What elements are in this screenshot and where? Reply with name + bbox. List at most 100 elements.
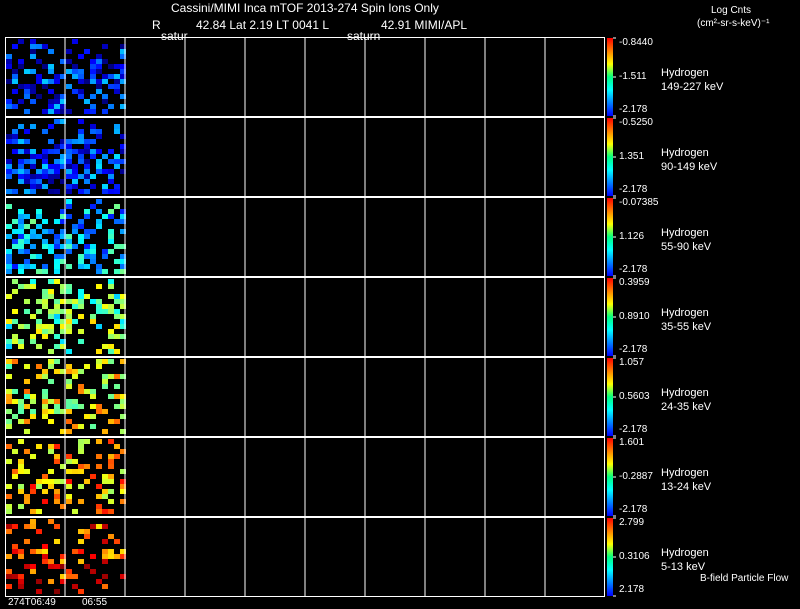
heatmap-cell [36,94,42,99]
heatmap-cell [42,544,48,549]
heatmap-cell [12,334,18,339]
heatmap-cell [36,529,42,534]
heatmap-cell [48,139,54,144]
heatmap-cell [30,314,36,319]
heatmap-cell [84,144,90,149]
heatmap-cell [90,474,96,479]
heatmap-cell [102,479,108,484]
heatmap-cell [24,234,30,239]
heatmap-cell [6,264,12,269]
heatmap-cell [36,79,42,84]
heatmap-cell [114,219,120,224]
heatmap-cell [18,464,24,469]
heatmap-cell [12,89,18,94]
heatmap-cell [102,79,108,84]
heatmap-cell [66,264,72,269]
heatmap-cell [36,224,42,229]
colorbar-min-label: -2.178 [619,344,648,355]
heatmap-cell [108,229,114,234]
heatmap-cell [12,139,18,144]
heatmap-cell [114,374,120,379]
heatmap-cell [78,339,84,344]
heatmap-cell [114,314,120,319]
heatmap-cell [54,409,60,414]
heatmap-cell [24,264,30,269]
heatmap-cell [6,204,12,209]
heatmap-cell [24,224,30,229]
heatmap-cell [102,574,108,579]
heatmap-cell [66,299,72,304]
heatmap-cell [54,344,60,349]
heatmap-cell [36,299,42,304]
heatmap-cell [30,399,36,404]
heatmap-cell [84,189,90,194]
heatmap-cell [12,44,18,49]
heatmap-cell [12,169,18,174]
heatmap-cell [102,169,108,174]
heatmap-cell [90,319,96,324]
heatmap-cell [96,149,102,154]
heatmap-cell [96,54,102,59]
heatmap-cell [42,549,48,554]
heatmap-cell [36,184,42,189]
heatmap-cell [90,109,96,114]
heatmap-cell [78,74,84,79]
heatmap-cell [72,229,78,234]
heatmap-cell [96,59,102,64]
heatmap-cell [72,69,78,74]
heatmap-cell [36,364,42,369]
heatmap-cell [90,64,96,69]
heatmap-cell [102,429,108,434]
heatmap-cell [108,84,114,89]
heatmap-cell [42,289,48,294]
heatmap-cell [102,94,108,99]
heatmap-cell [66,574,72,579]
heatmap-cell [96,199,102,204]
heatmap-cell [54,314,60,319]
heatmap-cell [48,89,54,94]
heatmap-cell [48,324,54,329]
heatmap-cell [54,264,60,269]
heatmap-cell [18,219,24,224]
heatmap-cell [48,49,54,54]
heatmap-cell [12,574,18,579]
heatmap-cell [66,459,72,464]
heatmap-cell [36,169,42,174]
heatmap-cell [36,324,42,329]
heatmap-cell [84,414,90,419]
heatmap-cell [30,339,36,344]
heatmap-cell [18,149,24,154]
heatmap-cell [48,189,54,194]
heatmap-cell [72,64,78,69]
heatmap-cell [84,49,90,54]
heatmap-cell [84,164,90,169]
heatmap-cell [72,89,78,94]
heatmap-cell [30,279,36,284]
heatmap-cell [24,149,30,154]
heatmap-cell [102,59,108,64]
heatmap-cell [42,184,48,189]
heatmap-cell [114,294,120,299]
heatmap-cell [48,104,54,109]
heatmap-cell [78,234,84,239]
energy-range-label: 35-55 keV [661,321,712,333]
heatmap-cell [78,484,84,489]
heatmap-cell [42,164,48,169]
heatmap-cell [66,204,72,209]
heatmap-cell [102,379,108,384]
heatmap-cell [78,469,84,474]
heatmap-cell [36,579,42,584]
heatmap-cell [42,294,48,299]
heatmap-cell [102,489,108,494]
heatmap-cell [96,169,102,174]
heatmap-cell [18,209,24,214]
heatmap-cell [54,234,60,239]
colorbar [607,198,613,276]
heatmap-cell [90,254,96,259]
heatmap-cell [102,409,108,414]
heatmap-cell [30,414,36,419]
heatmap-cell [18,244,24,249]
heatmap-cell [96,89,102,94]
heatmap-cell [84,159,90,164]
heatmap-cell [114,269,120,274]
